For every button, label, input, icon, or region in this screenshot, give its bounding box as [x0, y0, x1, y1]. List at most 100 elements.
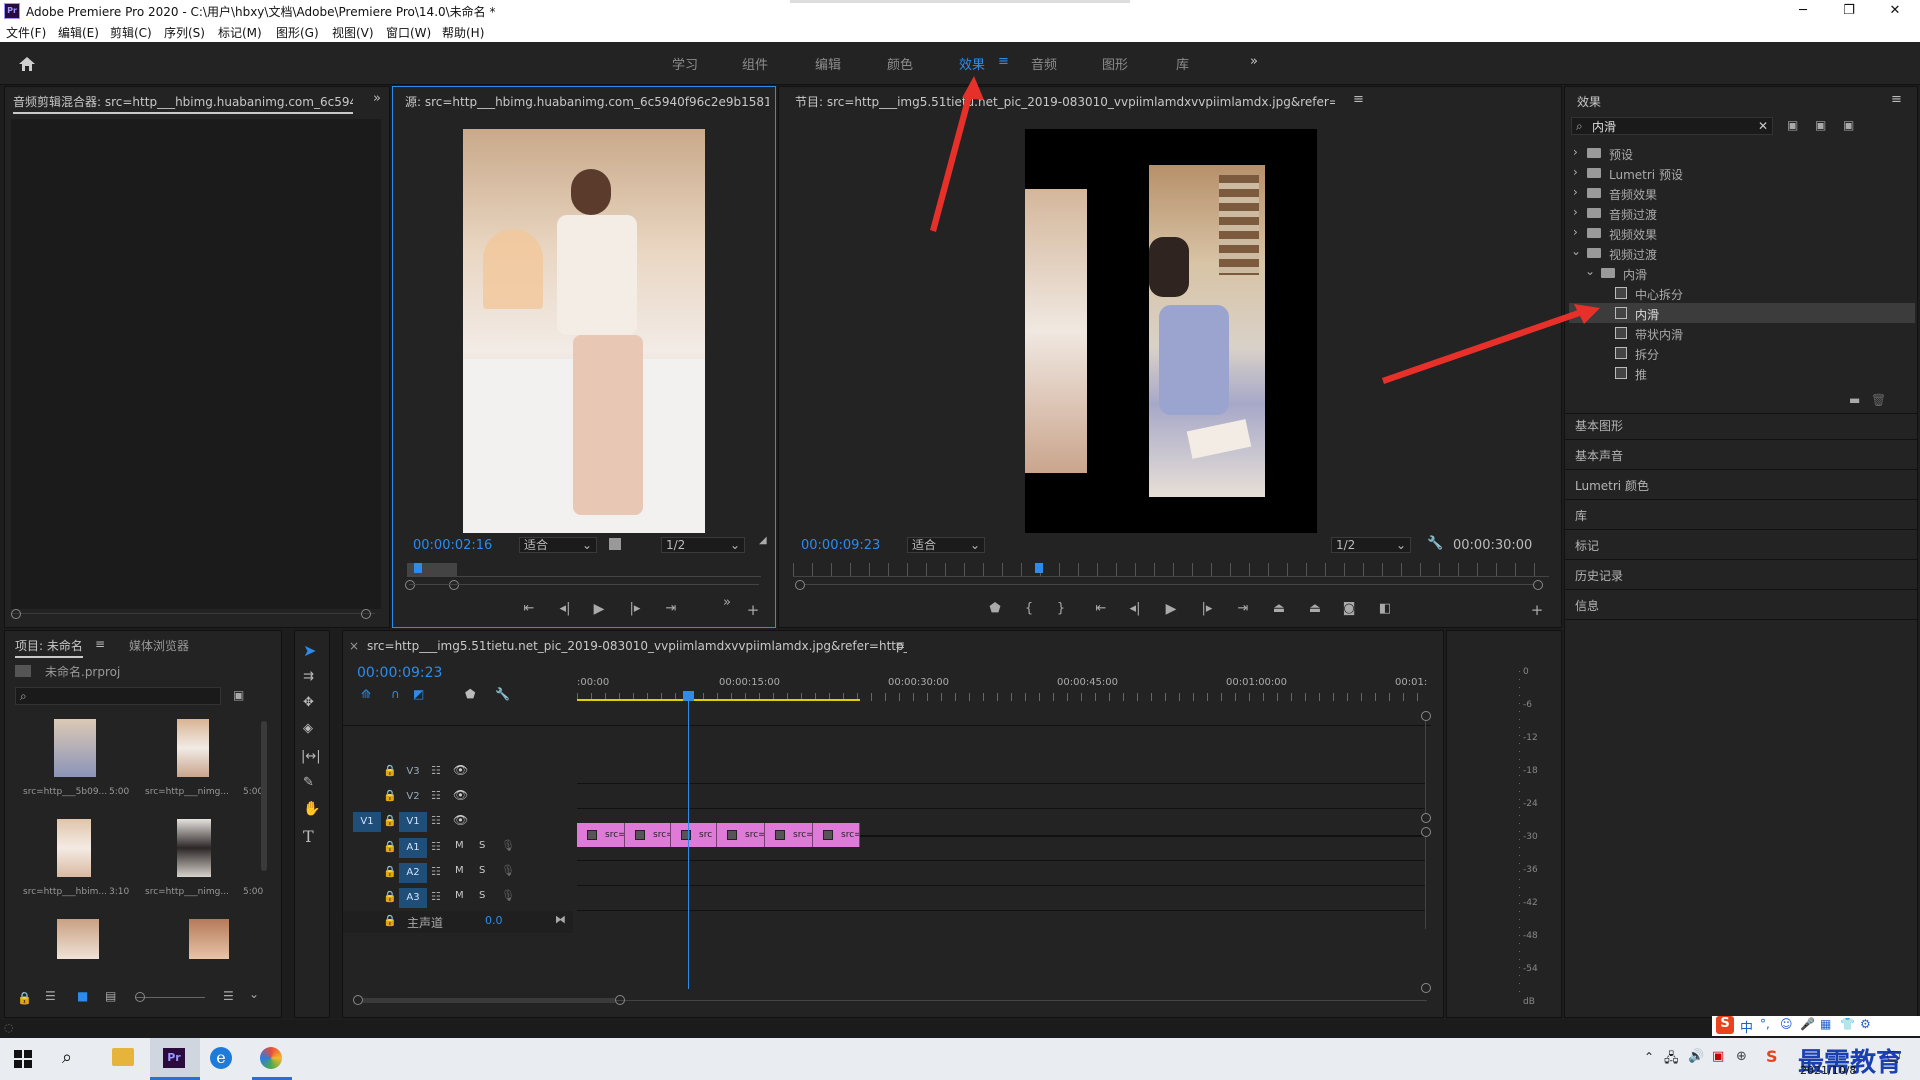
track-header-v3[interactable]: 🔒 V3 ☷ 👁 — [343, 761, 573, 783]
windows-start-icon[interactable] — [14, 1050, 32, 1068]
step-forward-icon[interactable]: |▸ — [1197, 601, 1217, 616]
ime-settings[interactable]: ⚙ — [1860, 1017, 1871, 1031]
step-back-icon[interactable]: ◂| — [1125, 601, 1145, 616]
effects-title[interactable]: 效果 — [1577, 93, 1601, 110]
panel-menu-icon[interactable]: ≡ — [1891, 92, 1902, 107]
lock-icon[interactable]: 🔒 — [383, 865, 397, 878]
settings-square-icon[interactable] — [609, 538, 621, 550]
lock-icon[interactable]: 🔒 — [383, 814, 397, 827]
section-libraries[interactable]: 库 — [1575, 507, 1587, 524]
go-to-in-icon[interactable]: ⇤ — [519, 601, 539, 616]
ime-tray-icon[interactable]: ⊕ — [1736, 1049, 1747, 1064]
edge-browser-icon[interactable]: e — [210, 1047, 232, 1069]
track-header-a1[interactable]: 🔒 A1 ☷ M S 🎙 — [343, 837, 573, 859]
tab-assembly[interactable]: 组件 — [742, 54, 768, 73]
panel-menu-icon[interactable]: ≡ — [895, 638, 905, 652]
menu-file[interactable]: 文件(F) — [6, 24, 46, 41]
track-header-a3[interactable]: 🔒 A3 ☷ M S 🎙 — [343, 887, 573, 909]
security-icon[interactable]: ▣ — [1712, 1049, 1724, 1064]
solo-button[interactable]: S — [479, 865, 485, 876]
snap-icon[interactable]: ∩ — [391, 687, 400, 701]
sync-lock-icon[interactable]: ☷ — [431, 814, 441, 827]
step-forward-icon[interactable]: |▸ — [625, 601, 645, 616]
lock-icon[interactable]: 🔒 — [383, 890, 397, 903]
master-volume-value[interactable]: 0.0 — [485, 914, 503, 927]
tree-item-center-split[interactable]: 中心拆分 — [1569, 283, 1915, 303]
source-timecode[interactable]: 00:00:02:16 — [413, 538, 492, 553]
home-icon[interactable] — [16, 54, 38, 74]
ime-chinese[interactable]: 中 — [1740, 1017, 1753, 1036]
go-to-out-icon[interactable]: ⇥ — [661, 601, 681, 616]
add-button-icon[interactable]: + — [743, 601, 763, 619]
search-icon[interactable]: ⌕ — [62, 1047, 72, 1068]
step-back-icon[interactable]: ◂| — [555, 601, 575, 616]
tree-item-presets[interactable]: › 预设 — [1569, 143, 1915, 163]
section-markers[interactable]: 标记 — [1575, 537, 1599, 554]
program-fit-select[interactable]: 适合 ⌄ — [907, 537, 985, 553]
more-workspaces-icon[interactable]: » — [1250, 54, 1258, 69]
razor-tool-icon[interactable]: ◈ — [303, 721, 313, 736]
project-item[interactable]: src=http___nimg... 5:00 — [137, 815, 263, 911]
timeline-clip[interactable]: src= — [625, 823, 671, 847]
accelerated-effects-icon[interactable]: ▣ — [1787, 118, 1798, 132]
panel-menu-icon[interactable]: ≡ — [1353, 92, 1364, 107]
linked-selection-icon[interactable]: ◩ — [413, 687, 424, 701]
lift-icon[interactable]: ⏏ — [1269, 601, 1289, 616]
pen-tool-icon[interactable]: ✎ — [303, 775, 314, 790]
mute-button[interactable]: M — [455, 840, 464, 851]
maximize-icon[interactable]: ❐ — [1826, 0, 1872, 22]
minimize-icon[interactable]: ─ — [1780, 0, 1826, 22]
go-to-in-icon[interactable]: ⇤ — [1091, 601, 1111, 616]
camera-icon[interactable]: ◙ — [1339, 601, 1359, 616]
tree-item-video-effects[interactable]: › 视频效果 — [1569, 223, 1915, 243]
play-icon[interactable]: ▶ — [1161, 601, 1181, 617]
tab-graphics[interactable]: 图形 — [1102, 54, 1128, 73]
track-header-master[interactable]: 🔒 主声道 0.0 ⧓ — [343, 911, 573, 933]
zoom-handle-right[interactable] — [449, 580, 459, 590]
program-monitor-title[interactable]: 节目: src=http___img5.51tietu.net_pic_2019… — [795, 93, 1335, 110]
ime-keyboard[interactable]: ▦ — [1820, 1017, 1831, 1031]
menu-clip[interactable]: 剪辑(C) — [110, 24, 152, 41]
eye-icon[interactable]: 👁 — [453, 813, 468, 827]
clear-search-icon[interactable]: ✕ — [1758, 119, 1768, 133]
source-playhead[interactable] — [414, 563, 422, 573]
source-patch-v1[interactable]: V1 — [353, 812, 381, 832]
sync-lock-icon[interactable]: ☷ — [431, 890, 441, 903]
volume-icon[interactable]: 🔊 — [1688, 1049, 1704, 1064]
add-marker-icon[interactable]: ⬟ — [465, 687, 475, 701]
extract-icon[interactable]: ⏏ — [1305, 601, 1325, 616]
eye-icon[interactable]: 👁 — [453, 788, 468, 802]
zoom-slider-handle[interactable] — [135, 992, 145, 1002]
tree-item-slide-folder[interactable]: ⌄ 内滑 — [1569, 263, 1915, 283]
track-header-v2[interactable]: 🔒 V2 ☷ 👁 — [343, 786, 573, 808]
sync-lock-icon[interactable]: ☷ — [431, 764, 441, 777]
ime-emoji[interactable]: ☺ — [1780, 1017, 1793, 1031]
source-time-ruler[interactable] — [407, 563, 761, 577]
panel-menu-icon[interactable]: ≡ — [95, 637, 105, 651]
menu-help[interactable]: 帮助(H) — [442, 24, 484, 41]
sync-lock-icon[interactable]: ☷ — [431, 840, 441, 853]
close-sequence-icon[interactable]: × — [349, 639, 359, 653]
taskbar-premiere[interactable]: Pr — [150, 1038, 200, 1080]
ime-voice[interactable]: 🎤 — [1800, 1017, 1815, 1031]
chevron-down-icon[interactable]: ⌄ — [249, 987, 259, 1001]
lock-icon[interactable]: 🔒 — [383, 840, 397, 853]
project-tab[interactable]: 项目: 未命名 — [15, 637, 83, 658]
type-tool-icon[interactable]: T — [303, 827, 314, 846]
audio-zoom-handle[interactable] — [1421, 983, 1431, 993]
add-button-icon[interactable]: + — [1527, 601, 1547, 619]
trash-icon[interactable]: 🗑 — [1871, 393, 1886, 407]
panel-overflow-icon[interactable]: » — [373, 91, 381, 106]
tree-item-video-transitions[interactable]: ⌄ 视频过渡 — [1569, 243, 1915, 263]
source-resolution-select[interactable]: 1/2 ⌄ — [661, 537, 745, 553]
ime-punctuation[interactable]: °, — [1760, 1017, 1770, 1031]
tab-audio[interactable]: 音频 — [1031, 54, 1057, 73]
sync-lock-icon[interactable]: ☷ — [431, 789, 441, 802]
new-search-bin-icon[interactable]: ▣ — [233, 688, 244, 702]
program-timecode[interactable]: 00:00:09:23 — [801, 538, 880, 553]
timeline-playhead[interactable] — [683, 691, 694, 989]
tab-editing[interactable]: 编辑 — [815, 54, 841, 73]
chevron-up-icon[interactable]: ⌃ — [1644, 1050, 1654, 1064]
mark-in-icon[interactable]: { — [1019, 601, 1039, 616]
track-header-v1[interactable]: V1 🔒 V1 ☷ 👁 — [343, 810, 573, 834]
